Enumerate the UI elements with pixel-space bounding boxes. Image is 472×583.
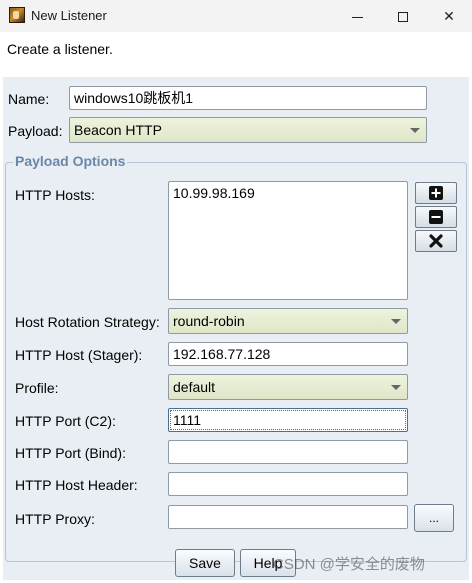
- chevron-down-icon: [391, 319, 401, 324]
- plus-icon: [429, 186, 443, 200]
- payload-select[interactable]: Beacon HTTP: [69, 117, 427, 143]
- app-icon: [9, 7, 25, 23]
- proxy-browse-button[interactable]: ...: [414, 504, 454, 532]
- chevron-down-icon: [391, 385, 401, 390]
- http-host-stager-field[interactable]: 192.168.77.128: [168, 342, 408, 366]
- chevron-down-icon: [410, 128, 420, 133]
- host-rotation-select-value: round-robin: [173, 313, 245, 329]
- payload-select-value: Beacon HTTP: [74, 122, 162, 138]
- name-label: Name:: [8, 91, 50, 107]
- dialog-body: Name: windows10跳板机1 Payload: Beacon HTTP…: [3, 77, 469, 580]
- http-proxy-field[interactable]: [168, 505, 408, 529]
- profile-select[interactable]: default: [168, 374, 408, 400]
- payload-options-legend: Payload Options: [13, 153, 128, 169]
- description-panel: Create a listener.: [3, 32, 469, 77]
- list-item[interactable]: 10.99.98.169: [173, 185, 403, 201]
- x-icon: [429, 234, 443, 248]
- name-field[interactable]: windows10跳板机1: [69, 86, 427, 110]
- http-hosts-label: HTTP Hosts:: [15, 187, 95, 203]
- http-host-stager-label: HTTP Host (Stager):: [15, 347, 143, 363]
- http-port-bind-label: HTTP Port (Bind):: [15, 445, 126, 461]
- profile-label: Profile:: [15, 380, 59, 396]
- http-port-c2-label: HTTP Port (C2):: [15, 413, 116, 429]
- maximize-button[interactable]: [380, 0, 426, 32]
- add-host-button[interactable]: [415, 182, 457, 204]
- host-rotation-select[interactable]: round-robin: [168, 308, 408, 334]
- description-text: Create a listener.: [7, 41, 113, 57]
- http-host-header-label: HTTP Host Header:: [15, 477, 138, 493]
- close-button[interactable]: ✕: [426, 0, 472, 32]
- http-proxy-label: HTTP Proxy:: [15, 511, 95, 527]
- payload-label: Payload:: [8, 123, 63, 139]
- profile-select-value: default: [173, 379, 216, 395]
- http-hosts-list[interactable]: 10.99.98.169: [168, 181, 408, 300]
- minus-icon: [429, 210, 443, 224]
- minimize-icon: [351, 16, 363, 18]
- window-title: New Listener: [31, 8, 107, 23]
- host-rotation-label: Host Rotation Strategy:: [15, 314, 160, 330]
- http-port-bind-field[interactable]: [168, 440, 408, 464]
- remove-host-button[interactable]: [415, 206, 457, 228]
- clear-hosts-button[interactable]: [415, 230, 457, 252]
- watermark: CSDN @学安全的废物: [273, 556, 425, 573]
- title-bar: New Listener ✕: [0, 0, 472, 32]
- http-port-c2-field[interactable]: 1111: [168, 408, 408, 432]
- maximize-icon: [398, 12, 408, 23]
- save-button[interactable]: Save: [175, 549, 235, 577]
- minimize-button[interactable]: [334, 0, 380, 32]
- http-host-header-field[interactable]: [168, 472, 408, 496]
- close-icon: ✕: [443, 8, 455, 24]
